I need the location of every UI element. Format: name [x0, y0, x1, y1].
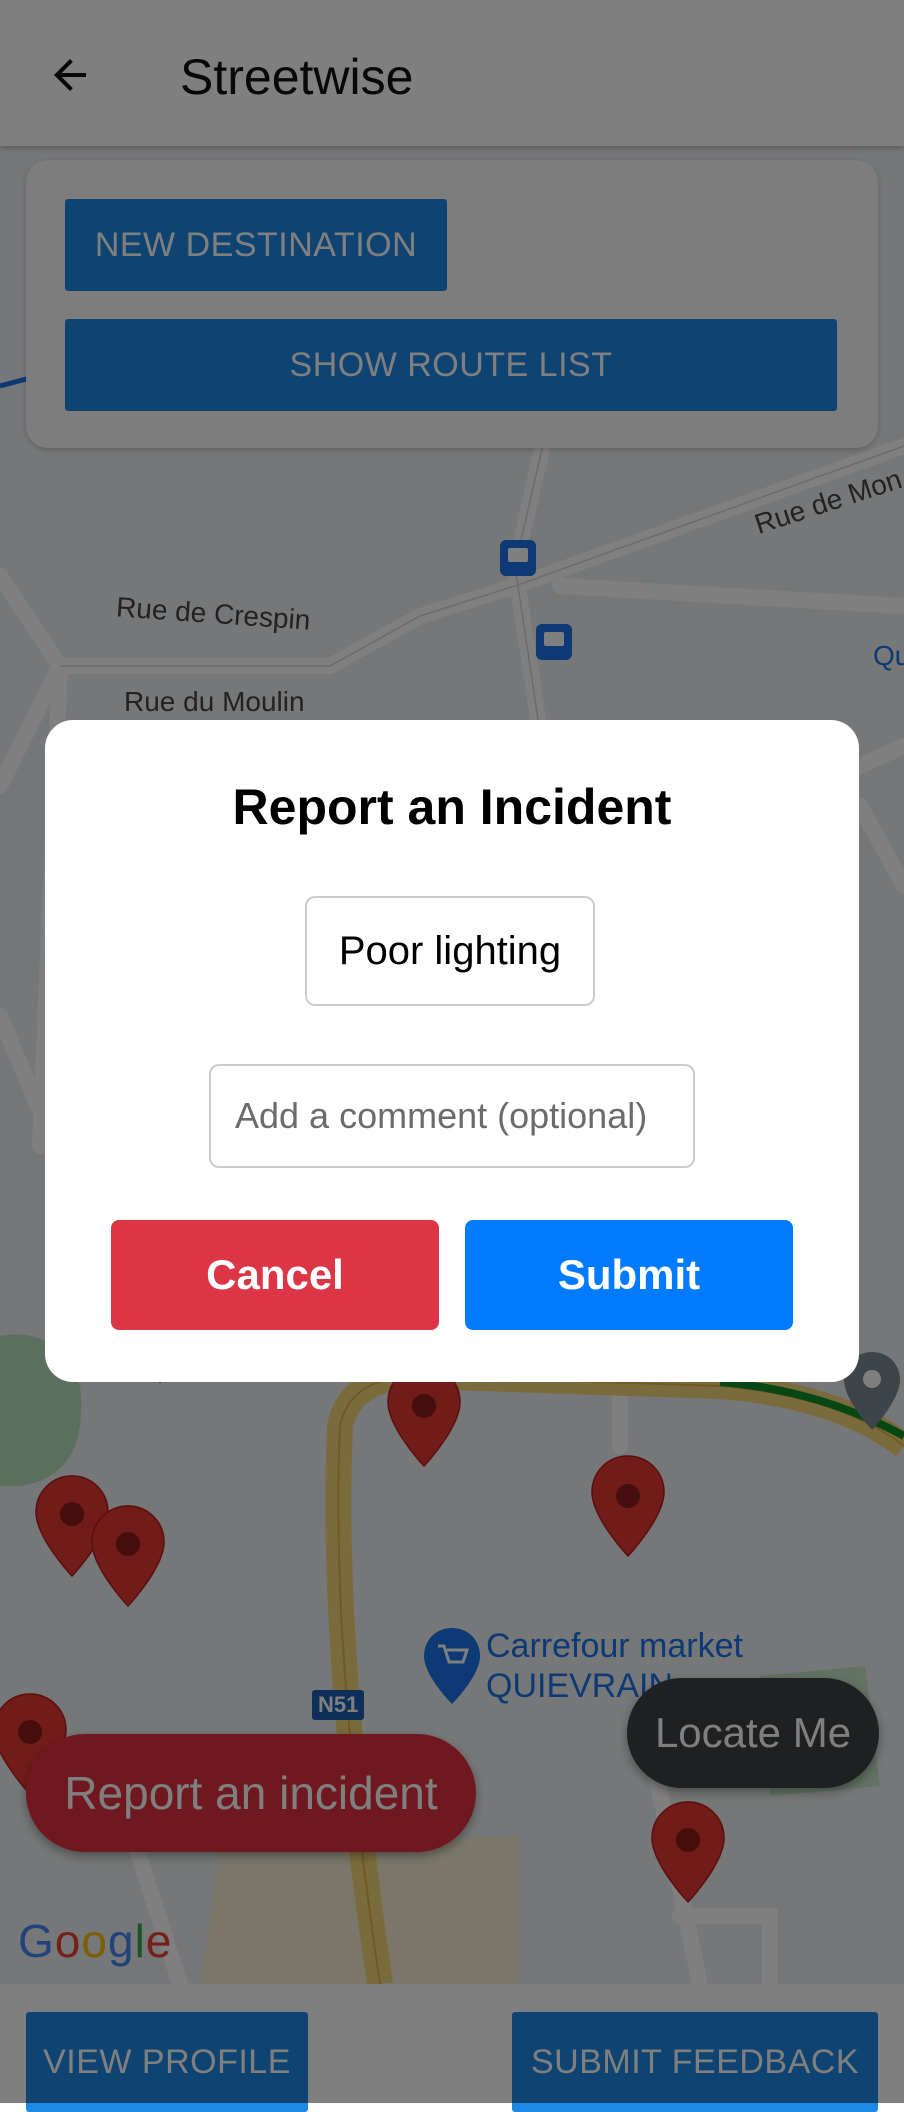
report-incident-dialog: Report an Incident Poor lighting Cancel …: [45, 720, 859, 1382]
incident-type-select[interactable]: Poor lighting: [305, 896, 595, 1006]
submit-button[interactable]: Submit: [465, 1220, 793, 1330]
dialog-title: Report an Incident: [232, 779, 672, 835]
cancel-button[interactable]: Cancel: [111, 1220, 439, 1330]
comment-input[interactable]: [209, 1064, 695, 1168]
